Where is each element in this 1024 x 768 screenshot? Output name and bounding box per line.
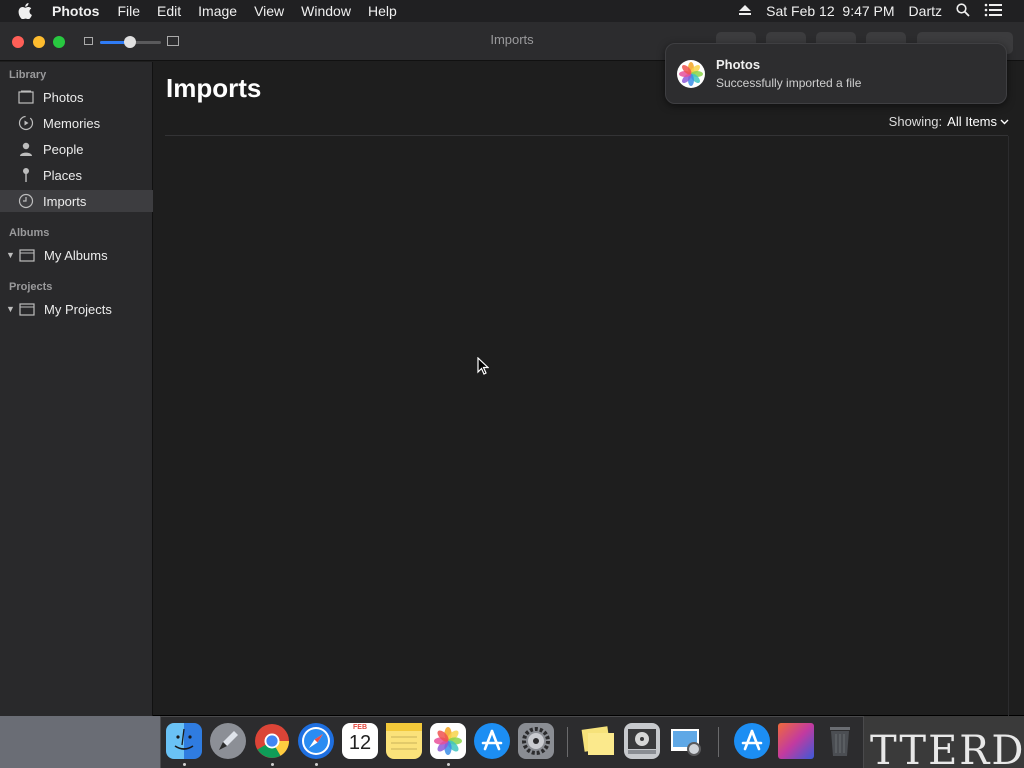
photos-icon xyxy=(17,89,35,105)
sidebar-item-places[interactable]: Places xyxy=(0,164,153,186)
wallpaper-lettering: TTERDO xyxy=(870,728,1024,768)
chevron-down-icon xyxy=(1000,119,1009,125)
sidebar-item-label: Photos xyxy=(43,89,84,105)
clock-icon xyxy=(17,193,35,209)
dock-separator xyxy=(718,727,719,757)
running-indicator xyxy=(315,763,318,766)
sidebar-item-people[interactable]: People xyxy=(0,138,153,160)
notes-icon[interactable] xyxy=(386,723,422,759)
notification-message: Successfully imported a file xyxy=(716,76,862,90)
sidebar-item-photos[interactable]: Photos xyxy=(0,86,153,108)
photos-icon[interactable] xyxy=(430,723,466,759)
sidebar-item-label: Imports xyxy=(43,193,87,209)
trash-icon[interactable] xyxy=(822,723,858,759)
sidebar-header-albums: Albums xyxy=(9,227,50,239)
menu-app-photos[interactable]: Photos xyxy=(52,3,99,19)
pin-icon xyxy=(17,167,35,183)
menu-view[interactable]: View xyxy=(254,3,284,19)
dock-separator xyxy=(567,727,568,757)
menu-edit[interactable]: Edit xyxy=(157,3,181,19)
scroll-area-edge xyxy=(1008,136,1009,716)
running-indicator xyxy=(183,763,186,766)
launchpad-icon[interactable] xyxy=(210,723,246,759)
sidebar: Library Photos Memories People Places Im… xyxy=(0,62,153,716)
menu-help[interactable]: Help xyxy=(368,3,397,19)
sidebar-item-my-projects[interactable]: ▼ My Projects xyxy=(0,298,153,320)
mouse-cursor-icon xyxy=(477,356,490,380)
sidebar-item-label: My Projects xyxy=(44,301,112,317)
safari-icon[interactable] xyxy=(298,723,334,759)
menu-file[interactable]: File xyxy=(117,3,140,19)
sidebar-item-label: Memories xyxy=(43,115,101,131)
running-indicator xyxy=(271,763,274,766)
notification-title: Photos xyxy=(716,57,761,72)
people-icon xyxy=(17,141,35,157)
content-divider xyxy=(165,135,1008,136)
stickies-icon[interactable] xyxy=(580,723,616,759)
disclosure-triangle-icon[interactable]: ▼ xyxy=(6,250,16,260)
sidebar-item-label: Places xyxy=(43,167,83,183)
disclosure-triangle-icon[interactable]: ▼ xyxy=(6,304,16,314)
showing-value: All Items xyxy=(947,114,997,129)
notification-banner[interactable]: Photos Successfully imported a file xyxy=(665,43,1007,104)
sidebar-item-label: People xyxy=(43,141,84,157)
app-store-folder-icon[interactable] xyxy=(734,723,770,759)
eject-icon[interactable] xyxy=(738,3,752,19)
sidebar-item-my-albums[interactable]: ▼ My Albums xyxy=(0,244,153,266)
preview-icon[interactable] xyxy=(668,723,704,759)
sidebar-header-projects: Projects xyxy=(9,281,53,293)
apple-menu-icon[interactable] xyxy=(18,3,38,19)
menu-window[interactable]: Window xyxy=(301,3,351,19)
system-preferences-icon[interactable] xyxy=(518,723,554,759)
app-store-icon[interactable] xyxy=(474,723,510,759)
folder-icon xyxy=(18,301,36,317)
menubar-user[interactable]: Dartz xyxy=(909,3,942,19)
menu-bar: Photos File Edit Image View Window Help … xyxy=(0,0,1024,22)
menubar-clock[interactable]: Sat Feb 12 9:47 PM xyxy=(766,3,894,19)
photos-app-icon xyxy=(676,59,706,89)
memories-icon xyxy=(17,115,35,131)
calendar-month: FEB xyxy=(353,724,367,731)
page-title: Imports xyxy=(166,73,262,103)
showing-filter[interactable]: Showing: All Items xyxy=(889,114,1009,129)
calendar-icon[interactable]: FEB 12 xyxy=(342,723,378,759)
dock: FEB 12 xyxy=(160,716,864,768)
sidebar-header-library: Library xyxy=(9,69,47,81)
calendar-day: 12 xyxy=(348,732,372,754)
menu-image[interactable]: Image xyxy=(198,3,237,19)
notification-center-icon[interactable] xyxy=(984,3,1002,20)
desktop-wallpaper-left xyxy=(0,716,160,768)
chrome-icon[interactable] xyxy=(254,723,290,759)
sidebar-item-imports[interactable]: Imports xyxy=(0,190,153,212)
sidebar-item-label: My Albums xyxy=(44,247,108,263)
dvd-player-icon[interactable] xyxy=(624,723,660,759)
showing-dropdown[interactable]: All Items xyxy=(947,114,1009,129)
spotlight-search-icon[interactable] xyxy=(956,2,970,20)
desktop-wallpaper-right: TTERDO xyxy=(864,716,1024,768)
folder-icon xyxy=(18,247,36,263)
downloads-icon[interactable] xyxy=(778,723,814,759)
running-indicator xyxy=(447,763,450,766)
photos-window: Imports Library Photos Memories People P… xyxy=(0,22,1024,716)
sidebar-item-memories[interactable]: Memories xyxy=(0,112,153,134)
showing-label: Showing: xyxy=(888,114,943,129)
finder-icon[interactable] xyxy=(166,723,202,759)
